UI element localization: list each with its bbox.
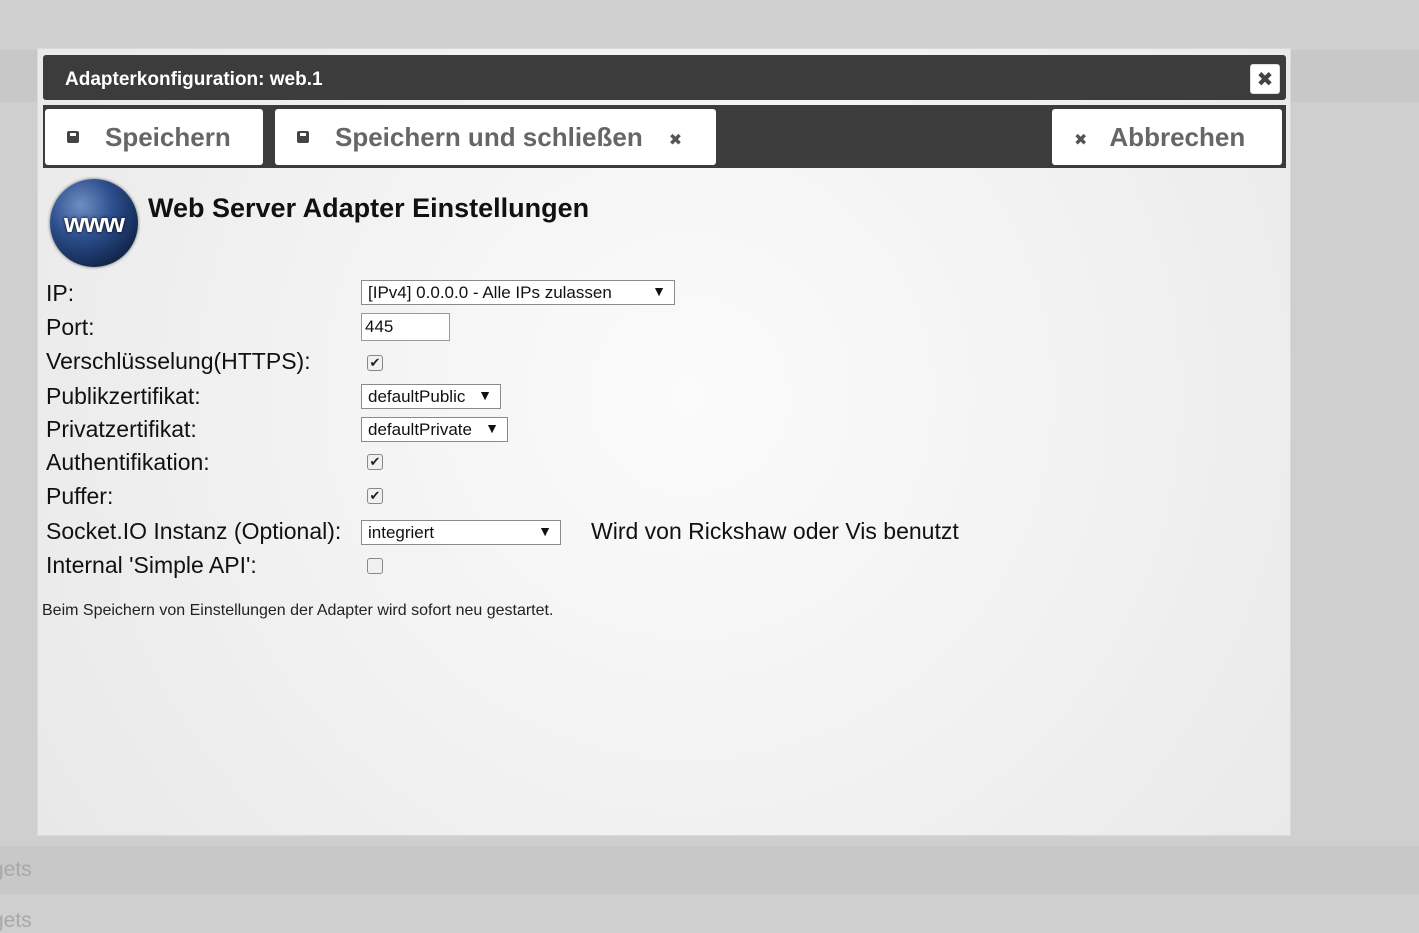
ip-label: IP: xyxy=(46,280,75,306)
public-cert-value: defaultPublic xyxy=(368,386,466,406)
www-logo: www xyxy=(50,179,138,267)
form-row-https: Verschlüsselung(HTTPS): ✔ xyxy=(46,348,1246,380)
auth-label: Authentifikation: xyxy=(46,449,210,475)
cancel-button[interactable]: ✖ Abbrechen xyxy=(1052,109,1282,165)
form-row-port: Port: 445 xyxy=(46,313,1246,346)
close-icon: ✖ xyxy=(1074,132,1088,149)
check-icon: ✔ xyxy=(369,454,381,469)
form-row-buffer: Puffer: ✔ xyxy=(46,483,1246,515)
form-row-simple-api: Internal 'Simple API': xyxy=(46,552,1246,584)
adapter-config-dialog: Adapterkonfiguration: web.1 ✖ Speichern … xyxy=(37,48,1291,836)
check-icon: ✔ xyxy=(369,488,381,503)
auth-checkbox[interactable]: ✔ xyxy=(367,454,383,470)
port-label: Port: xyxy=(46,314,95,340)
public-cert-label: Publikzertifikat: xyxy=(46,383,201,409)
form-row-ip: IP: [IPv4] 0.0.0.0 - Alle IPs zulassen ▼ xyxy=(46,280,1246,312)
dialog-toolbar: Speichern Speichern und schließen ✖ ✖ Ab… xyxy=(43,105,1286,168)
private-cert-label: Privatzertifikat: xyxy=(46,416,197,442)
socketio-label: Socket.IO Instanz (Optional): xyxy=(46,518,342,544)
save-button-label: Speichern xyxy=(105,121,231,152)
chevron-down-icon: ▼ xyxy=(485,420,499,436)
ip-select[interactable]: [IPv4] 0.0.0.0 - Alle IPs zulassen ▼ xyxy=(361,280,675,305)
port-value: 445 xyxy=(365,317,394,336)
save-icon xyxy=(67,131,79,143)
private-cert-select[interactable]: defaultPrivate ▼ xyxy=(361,417,508,442)
form-row-auth: Authentifikation: ✔ xyxy=(46,449,1246,481)
save-icon xyxy=(297,131,309,143)
form-row-socketio: Socket.IO Instanz (Optional): integriert… xyxy=(46,518,1246,550)
background-list-item: gets xyxy=(0,858,32,881)
close-icon: ✖ xyxy=(668,132,683,149)
chevron-down-icon: ▼ xyxy=(538,523,552,539)
form-row-public-cert: Publikzertifikat: defaultPublic ▼ xyxy=(46,383,1246,415)
close-icon: ✖ xyxy=(1256,68,1274,91)
dialog-title: Adapterkonfiguration: web.1 xyxy=(65,69,323,90)
port-input[interactable]: 445 xyxy=(361,313,450,341)
check-icon: ✔ xyxy=(369,355,381,370)
background-stripe xyxy=(0,846,1419,894)
chevron-down-icon: ▼ xyxy=(652,283,666,299)
buffer-checkbox[interactable]: ✔ xyxy=(367,488,383,504)
save-and-close-button-label: Speichern und schließen xyxy=(335,121,643,152)
public-cert-select[interactable]: defaultPublic ▼ xyxy=(361,384,501,409)
socketio-hint: Wird von Rickshaw oder Vis benutzt xyxy=(591,518,959,544)
save-and-close-button[interactable]: Speichern und schließen ✖ xyxy=(275,109,716,165)
simple-api-checkbox[interactable] xyxy=(367,558,383,574)
https-checkbox[interactable]: ✔ xyxy=(367,355,383,371)
dialog-close-button[interactable]: ✖ xyxy=(1250,64,1280,94)
private-cert-value: defaultPrivate xyxy=(368,419,472,439)
socketio-select[interactable]: integriert ▼ xyxy=(361,520,561,545)
restart-note: Beim Speichern von Einstellungen der Ada… xyxy=(42,602,554,619)
chevron-down-icon: ▼ xyxy=(478,387,492,403)
buffer-label: Puffer: xyxy=(46,483,114,509)
https-label: Verschlüsselung(HTTPS): xyxy=(46,348,311,374)
form-row-private-cert: Privatzertifikat: defaultPrivate ▼ xyxy=(46,416,1246,448)
page-title: Web Server Adapter Einstellungen xyxy=(148,193,590,223)
save-button[interactable]: Speichern xyxy=(45,109,263,165)
background-list-item: gets xyxy=(0,909,32,932)
simple-api-label: Internal 'Simple API': xyxy=(46,552,257,578)
logo-text: www xyxy=(63,207,125,238)
ip-select-value: [IPv4] 0.0.0.0 - Alle IPs zulassen xyxy=(368,282,612,302)
dialog-titlebar: Adapterkonfiguration: web.1 ✖ xyxy=(43,55,1286,100)
cancel-button-label: Abbrechen xyxy=(1109,121,1246,152)
socketio-value: integriert xyxy=(368,522,435,542)
